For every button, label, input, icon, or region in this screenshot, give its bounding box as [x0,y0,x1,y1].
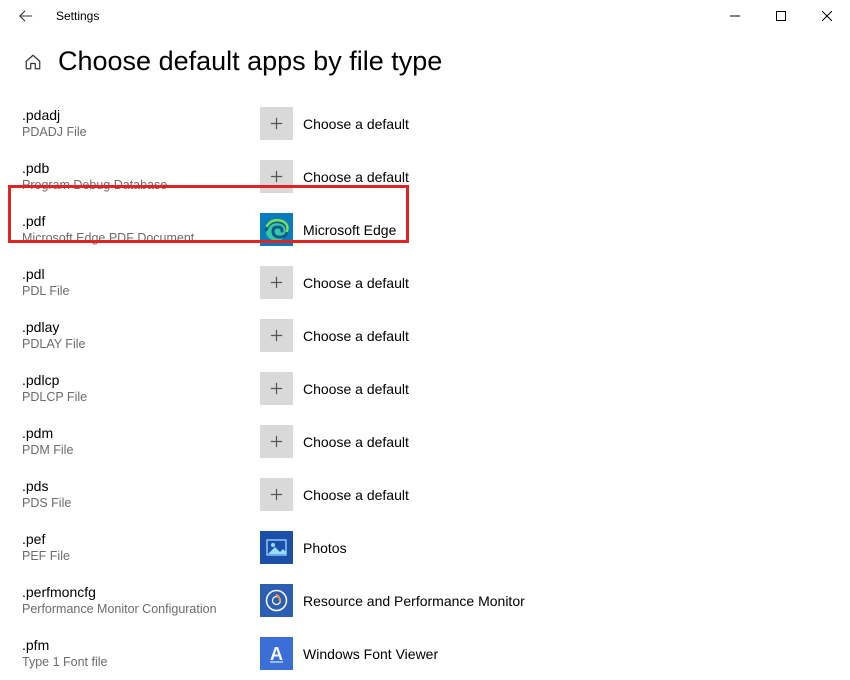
file-type-description: PDADJ File [22,125,260,140]
close-icon [822,11,832,21]
maximize-button[interactable] [758,0,804,32]
plus-icon [269,116,284,131]
file-type-list: .pdadj PDADJ File Choose a default .pdb … [0,97,850,680]
file-type-description: PDLAY File [22,337,260,352]
file-type-row[interactable]: .pdl PDL File Choose a default [22,256,850,309]
svg-text:A: A [270,644,283,664]
app-icon-box[interactable] [260,531,293,564]
file-type-row[interactable]: .pdb Program Debug Database Choose a def… [22,150,850,203]
close-button[interactable] [804,0,850,32]
file-type-info: .pef PEF File [22,531,260,564]
file-extension: .pdadj [22,107,260,124]
resmon-icon [260,584,293,617]
file-type-description: PDM File [22,443,260,458]
file-extension: .pef [22,531,260,548]
file-extension: .pdb [22,160,260,177]
file-extension: .pdf [22,213,260,230]
app-icon-box[interactable] [260,319,293,352]
file-extension: .pfm [22,637,260,654]
file-type-info: .pdadj PDADJ File [22,107,260,140]
app-icon-box[interactable] [260,425,293,458]
file-extension: .pds [22,478,260,495]
file-type-row[interactable]: .pdm PDM File Choose a default [22,415,850,468]
file-type-row[interactable]: .pdlcp PDLCP File Choose a default [22,362,850,415]
file-type-description: PDLCP File [22,390,260,405]
app-label: Choose a default [303,487,409,503]
plus-icon [269,381,284,396]
file-type-description: Type 1 Font file [22,655,260,670]
plus-icon [269,169,284,184]
page-header: Choose default apps by file type [0,32,850,97]
plus-icon [269,487,284,502]
file-type-info: .pds PDS File [22,478,260,511]
file-type-row[interactable]: .pdf Microsoft Edge PDF Document Microso… [22,203,850,256]
home-icon[interactable] [22,53,44,71]
file-type-row[interactable]: .pds PDS File Choose a default [22,468,850,521]
file-type-description: Microsoft Edge PDF Document [22,231,260,246]
plus-icon [269,434,284,449]
file-extension: .pdm [22,425,260,442]
app-label: Windows Font Viewer [303,646,438,662]
app-label: Choose a default [303,275,409,291]
app-label: Choose a default [303,116,409,132]
file-extension: .pdlcp [22,372,260,389]
back-arrow-icon [19,9,33,23]
plus-icon [269,275,284,290]
file-extension: .pdl [22,266,260,283]
app-icon-box[interactable]: A [260,637,293,670]
app-icon-box[interactable] [260,584,293,617]
file-type-info: .pdlcp PDLCP File [22,372,260,405]
window-controls [712,0,850,32]
file-type-description: Performance Monitor Configuration [22,602,260,617]
file-type-row[interactable]: .pdadj PDADJ File Choose a default [22,97,850,150]
app-label: Choose a default [303,381,409,397]
file-type-info: .pdlay PDLAY File [22,319,260,352]
app-icon-box[interactable] [260,372,293,405]
app-icon-box[interactable] [260,478,293,511]
file-extension: .pdlay [22,319,260,336]
maximize-icon [776,11,786,21]
app-label: Choose a default [303,328,409,344]
file-type-row[interactable]: .perfmoncfg Performance Monitor Configur… [22,574,850,627]
photos-icon [260,531,293,564]
app-label: Choose a default [303,169,409,185]
window-title: Settings [56,9,99,23]
file-type-description: PEF File [22,549,260,564]
back-button[interactable] [6,0,46,32]
plus-icon [269,328,284,343]
file-type-description: PDL File [22,284,260,299]
app-icon-box[interactable] [260,160,293,193]
minimize-button[interactable] [712,0,758,32]
file-type-description: Program Debug Database [22,178,260,193]
app-label: Photos [303,540,347,556]
file-type-info: .pdl PDL File [22,266,260,299]
page-title: Choose default apps by file type [58,46,442,77]
file-type-info: .pdm PDM File [22,425,260,458]
file-type-info: .pdf Microsoft Edge PDF Document [22,213,260,246]
app-icon-box[interactable] [260,266,293,299]
edge-icon [260,213,293,246]
fontview-icon: A [260,637,293,670]
app-icon-box[interactable] [260,213,293,246]
file-type-row[interactable]: .pef PEF File Photos [22,521,850,574]
app-label: Choose a default [303,434,409,450]
app-label: Microsoft Edge [303,222,396,238]
minimize-icon [730,11,740,21]
file-type-description: PDS File [22,496,260,511]
file-type-info: .perfmoncfg Performance Monitor Configur… [22,584,260,617]
app-icon-box[interactable] [260,107,293,140]
file-type-info: .pdb Program Debug Database [22,160,260,193]
file-extension: .perfmoncfg [22,584,260,601]
titlebar: Settings [0,0,850,32]
file-type-row[interactable]: .pdlay PDLAY File Choose a default [22,309,850,362]
file-type-row[interactable]: .pfm Type 1 Font file A Windows Font Vie… [22,627,850,680]
app-label: Resource and Performance Monitor [303,593,525,609]
